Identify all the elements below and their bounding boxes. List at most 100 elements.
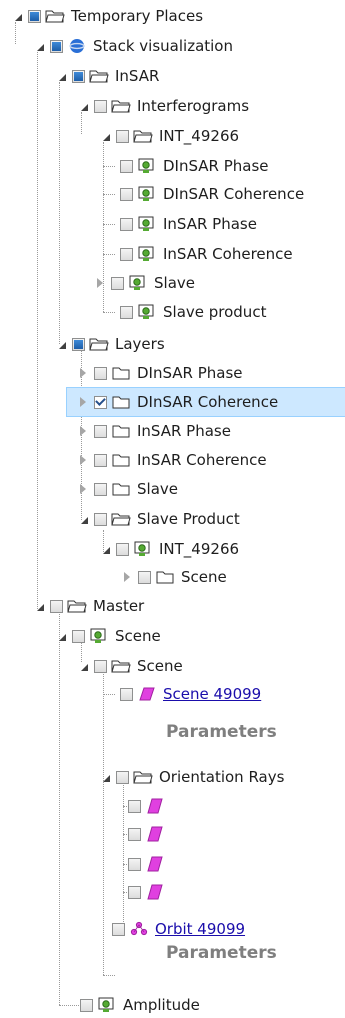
expand-toggle[interactable] [76,395,90,409]
node-layers-scene[interactable]: Scene [120,564,227,590]
node-insar-phase[interactable]: InSAR Phase [120,211,257,237]
network-layer-icon [137,216,157,232]
scene-49099-link[interactable]: Scene 49099 [163,681,261,707]
expand-toggle[interactable] [10,9,24,23]
expand-toggle[interactable] [98,542,112,556]
node-layers-slave[interactable]: Slave [76,476,178,502]
node-insar[interactable]: InSAR [54,63,159,89]
node-orientation-ray[interactable] [128,851,171,877]
node-label: DInSAR Coherence [163,185,305,203]
expand-toggle[interactable] [54,629,68,643]
node-layers-int-49266[interactable]: INT_49266 [98,536,239,562]
layer-checkbox[interactable] [111,276,124,290]
tree-guide [103,312,115,313]
expand-toggle[interactable] [120,570,134,584]
parameters-label[interactable]: Parameters [166,943,277,963]
layer-checkbox[interactable] [72,337,85,351]
layer-checkbox[interactable] [116,770,129,784]
layer-checkbox[interactable] [120,687,133,701]
network-layer-icon [128,275,148,291]
parameters-label[interactable]: Parameters [166,722,277,742]
expand-toggle[interactable] [93,276,107,290]
node-layers-insar-coherence[interactable]: InSAR Coherence [76,447,267,473]
layer-checkbox[interactable] [128,857,141,871]
layer-checkbox[interactable] [50,599,63,613]
polygon-icon [145,884,165,900]
polygon-icon [145,826,165,842]
node-amplitude[interactable]: Amplitude [80,992,200,1018]
layer-checkbox[interactable] [72,69,85,83]
expand-toggle[interactable] [76,99,90,113]
expand-toggle[interactable] [54,337,68,351]
expand-toggle[interactable] [54,69,68,83]
expand-toggle[interactable] [98,129,112,143]
layer-checkbox[interactable] [94,453,107,467]
node-label: InSAR Coherence [163,245,293,263]
expand-toggle[interactable] [32,39,46,53]
node-temporary-places[interactable]: Temporary Places [10,3,203,29]
layer-checkbox[interactable] [94,512,107,526]
node-orientation-ray[interactable] [128,879,171,905]
layer-checkbox[interactable] [94,482,107,496]
node-stack-visualization[interactable]: Stack visualization [32,33,233,59]
node-slave-product[interactable]: Slave product [120,299,266,325]
layer-checkbox[interactable] [128,885,141,899]
network-layer-icon [133,541,153,557]
folder-closed-icon [111,365,131,381]
layer-checkbox[interactable] [138,570,151,584]
layer-checkbox[interactable] [128,827,141,841]
expand-toggle[interactable] [76,366,90,380]
node-label: Slave [154,274,195,292]
layer-checkbox[interactable] [120,159,133,173]
node-layers-dinsar-phase[interactable]: DInSAR Phase [76,360,243,386]
node-orbit-49099[interactable]: Orbit 49099 [112,916,245,942]
node-dinsar-phase[interactable]: DInSAR Phase [120,153,269,179]
tree-guide [103,166,115,167]
network-layer-icon [137,246,157,262]
expand-toggle[interactable] [76,424,90,438]
layer-checkbox[interactable] [28,9,41,23]
node-orientation-ray[interactable] [128,793,171,819]
layer-checkbox[interactable] [94,424,107,438]
layer-checkbox[interactable] [120,305,133,319]
node-master-scene-inner[interactable]: Scene [76,653,183,679]
node-slave[interactable]: Slave [93,270,195,296]
expand-toggle[interactable] [32,599,46,613]
node-interferograms[interactable]: Interferograms [76,93,249,119]
polygon-icon [145,798,165,814]
node-layers-slave-product[interactable]: Slave Product [76,506,240,532]
layer-checkbox[interactable] [94,366,107,380]
node-master-scene[interactable]: Scene [54,623,161,649]
layer-checkbox[interactable] [72,629,85,643]
node-int-49266[interactable]: INT_49266 [98,123,239,149]
orbit-49099-link[interactable]: Orbit 49099 [155,916,245,942]
node-orientation-rays[interactable]: Orientation Rays [98,764,284,790]
folder-open-icon [111,658,131,674]
layer-checkbox[interactable] [128,799,141,813]
expand-toggle[interactable] [76,453,90,467]
node-label: Amplitude [123,996,200,1014]
expand-toggle[interactable] [98,770,112,784]
node-layers[interactable]: Layers [54,331,165,357]
node-insar-coherence[interactable]: InSAR Coherence [120,241,293,267]
expand-toggle[interactable] [76,659,90,673]
expand-toggle[interactable] [76,512,90,526]
layer-checkbox[interactable] [94,99,107,113]
layer-checkbox[interactable] [120,247,133,261]
node-scene-49099[interactable]: Scene 49099 [120,681,261,707]
node-master[interactable]: Master [32,593,144,619]
node-layers-insar-phase[interactable]: InSAR Phase [76,418,231,444]
node-dinsar-coherence[interactable]: DInSAR Coherence [120,181,304,207]
layer-checkbox[interactable] [94,659,107,673]
layer-checkbox[interactable] [50,39,63,53]
node-layers-dinsar-coherence[interactable]: DInSAR Coherence [65,387,345,417]
layer-checkbox[interactable] [116,129,129,143]
layer-checkbox[interactable] [120,217,133,231]
expand-toggle[interactable] [76,482,90,496]
layer-checkbox[interactable] [116,542,129,556]
layer-checkbox[interactable] [80,998,93,1012]
layer-checkbox[interactable] [94,395,107,409]
layer-checkbox[interactable] [120,187,133,201]
layer-checkbox[interactable] [112,922,125,936]
node-orientation-ray[interactable] [128,821,171,847]
